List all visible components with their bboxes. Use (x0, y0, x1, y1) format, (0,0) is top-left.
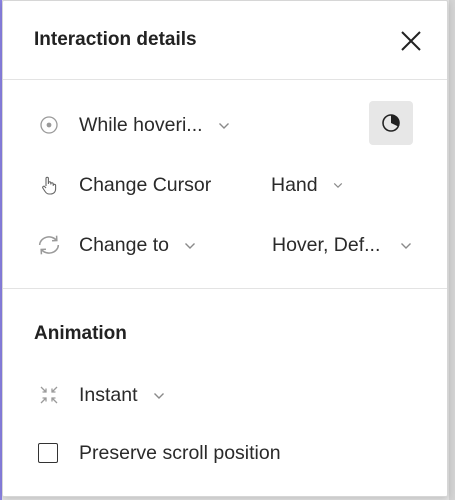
change-to-dropdown[interactable]: Change to (79, 234, 196, 257)
panel-header: Interaction details (3, 1, 447, 80)
cursor-type-value: Hand (271, 174, 318, 196)
target-state-value: Hover, Def... (272, 234, 381, 256)
animation-type-dropdown[interactable]: Instant (79, 384, 165, 407)
close-button[interactable] (397, 27, 425, 55)
change-cursor-row: Change Cursor Hand (3, 163, 447, 207)
animation-type-label: Instant (79, 384, 138, 406)
change-to-row: Change to Hover, Def... (3, 223, 447, 267)
swap-arrows-icon (38, 235, 60, 255)
chevron-down-icon (153, 392, 164, 399)
cursor-type-dropdown[interactable]: Hand (271, 174, 343, 197)
preserve-scroll-label: Preserve scroll position (79, 442, 281, 464)
interaction-settings-button[interactable] (369, 101, 413, 145)
section-divider (3, 288, 447, 289)
trigger-dropdown[interactable]: While hoveri... (79, 114, 230, 137)
chevron-down-icon (185, 242, 196, 249)
chevron-down-icon (400, 242, 411, 249)
panel-title: Interaction details (34, 29, 197, 50)
trigger-label: While hoveri... (79, 114, 203, 136)
canvas-background-strip (449, 0, 455, 500)
hand-pointer-icon (42, 176, 57, 195)
chevron-down-icon (333, 183, 343, 189)
change-to-label: Change to (79, 234, 169, 256)
preserve-scroll-checkbox[interactable] (38, 443, 58, 463)
chevron-down-icon (218, 122, 229, 129)
animation-type-row: Instant (3, 373, 447, 417)
instant-collapse-icon (40, 386, 58, 404)
interaction-details-panel: Interaction details While hoveri... Chan… (2, 0, 448, 497)
close-icon (401, 31, 421, 51)
timer-dial-icon (382, 114, 400, 132)
change-cursor-label: Change Cursor (79, 174, 212, 196)
animation-section-title: Animation (34, 323, 127, 344)
target-state-dropdown[interactable]: Hover, Def... (272, 234, 412, 257)
target-circle-icon (40, 116, 58, 134)
